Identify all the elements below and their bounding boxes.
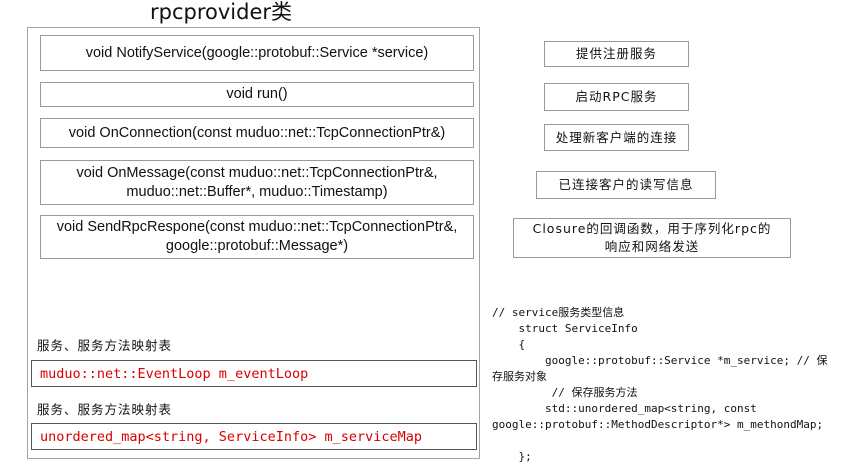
code-line: 存服务对象 [492, 370, 547, 383]
code-line: }; [492, 450, 532, 463]
member-service-map: unordered_map<string, ServiceInfo> m_ser… [31, 423, 477, 450]
method-on-connection: void OnConnection(const muduo::net::TcpC… [40, 118, 474, 148]
method-line: void NotifyService(google::protobuf::Ser… [85, 44, 429, 61]
method-notify-service: void NotifyService(google::protobuf::Ser… [40, 35, 474, 71]
method-on-message: void OnMessage(const muduo::net::TcpConn… [40, 160, 474, 205]
comment-line: 响应和网络发送 [604, 239, 700, 254]
method-run: void run() [40, 82, 474, 107]
diagram-title: rpcprovider类 [150, 0, 293, 24]
code-line: std::unordered_map<string, const [492, 402, 757, 415]
method-line: void OnConnection(const muduo::net::TcpC… [68, 124, 446, 141]
member-label: 服务、服务方法映射表 [37, 402, 173, 417]
comment-run: 启动RPC服务 [544, 83, 689, 111]
comment-notify-service: 提供注册服务 [544, 41, 689, 67]
service-info-code: // service服务类型信息 struct ServiceInfo { go… [492, 305, 860, 465]
method-line: void run() [226, 86, 288, 102]
method-line: google::protobuf::Message*) [165, 238, 349, 254]
code-line: google::protobuf::Service *m_service; //… [492, 354, 828, 367]
code-line: google::protobuf::MethodDescriptor*> m_m… [492, 418, 824, 431]
comment-line: 已连接客户的读写信息 [558, 177, 694, 192]
member-label: 服务、服务方法映射表 [37, 338, 173, 353]
comment-line: 提供注册服务 [575, 46, 657, 61]
method-line: void OnMessage(const muduo::net::TcpConn… [76, 164, 438, 181]
code-line: // 保存服务方法 [492, 386, 638, 399]
code-line: { [492, 338, 526, 351]
comment-on-connection: 处理新客户端的连接 [544, 124, 689, 151]
comment-line: 启动RPC服务 [575, 89, 658, 104]
method-line: muduo::net::Buffer*, muduo::Timestamp) [126, 183, 388, 200]
comment-line: 处理新客户端的连接 [555, 129, 678, 145]
comment-on-message: 已连接客户的读写信息 [536, 171, 716, 199]
comment-send-rpc-respone: Closure的回调函数，用于序列化rpc的 响应和网络发送 [513, 218, 791, 258]
code-line: // service服务类型信息 [492, 306, 625, 319]
code-line: struct ServiceInfo [492, 322, 638, 335]
member-event-loop: muduo::net::EventLoop m_eventLoop [31, 360, 477, 387]
method-line: void SendRpcRespone(const muduo::net::Tc… [56, 219, 458, 235]
method-send-rpc-respone: void SendRpcRespone(const muduo::net::Tc… [40, 215, 474, 259]
comment-line: Closure的回调函数，用于序列化rpc的 [532, 221, 772, 236]
